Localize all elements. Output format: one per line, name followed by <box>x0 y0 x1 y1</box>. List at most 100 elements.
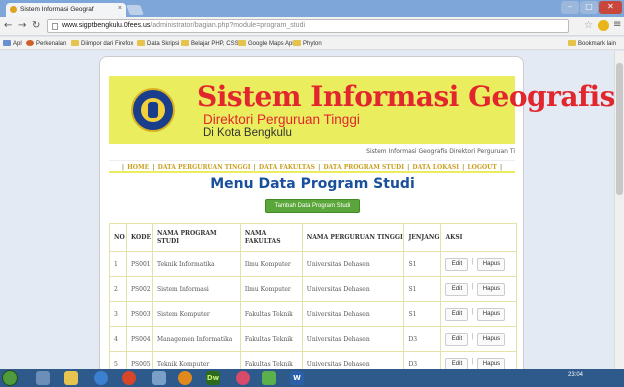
url-path: /administrator/bagian.php?module=program… <box>150 22 306 29</box>
col-nama-perguruan-tinggi: NAMA PERGURUAN TINGGI <box>301 223 405 252</box>
folder-icon <box>293 40 301 46</box>
table-row: 3 PS003 Sistem Komputer Fakultas Teknik … <box>109 301 517 327</box>
other-bookmarks[interactable]: Bookmark lain <box>568 40 616 47</box>
page-icon <box>52 23 58 30</box>
apps-icon <box>3 40 11 46</box>
system-icon[interactable] <box>36 371 50 385</box>
bookmark-apps[interactable]: Apl <box>3 40 22 47</box>
maximize-button[interactable]: □ <box>580 1 598 14</box>
chrome-menu-icon[interactable]: ≡ <box>613 19 621 30</box>
minimize-button[interactable]: – <box>561 1 579 14</box>
bookmark-item[interactable]: Data Skripsi <box>137 40 179 47</box>
windows-start-icon[interactable] <box>2 370 18 386</box>
windows-taskbar: Dw W 23:04 <box>0 369 624 387</box>
cell-aksi: Edit | Hapus <box>440 276 517 302</box>
address-bar[interactable]: www.sigptbengkulu.0fees.us/administrator… <box>47 19 569 33</box>
table-row: 1 PS001 Teknik Informatika Ilmu Komputer… <box>109 251 517 277</box>
add-program-studi-button[interactable]: Tambah Data Program Studi <box>265 199 360 213</box>
new-tab-button[interactable] <box>126 5 144 15</box>
header-banner: Sistem Informasi Geografis Direktori Per… <box>109 76 614 144</box>
back-icon[interactable]: ← <box>4 20 12 32</box>
hapus-button[interactable]: Hapus <box>477 358 506 369</box>
cell-jenjang: S1 <box>403 251 442 277</box>
media-player-icon[interactable] <box>94 371 108 385</box>
edit-button[interactable]: Edit <box>445 283 469 296</box>
window-titlebar: Sistem Informasi Geograf × – □ ✕ <box>0 0 624 17</box>
word-icon[interactable]: W <box>290 371 304 385</box>
cell-kode: PS005 <box>125 351 153 369</box>
close-window-button[interactable]: ✕ <box>599 1 622 14</box>
forward-icon[interactable]: → <box>18 20 26 32</box>
bookmark-item[interactable]: Phyton <box>293 40 322 47</box>
table-row: 4 PS004 Managemen Informatika Fakultas T… <box>109 326 517 352</box>
program-studi-table: NO KODE NAMA PROGRAM STUDI NAMA FAKULTAS… <box>109 223 517 369</box>
scrollbar-thumb[interactable] <box>616 63 623 195</box>
file-explorer-icon[interactable] <box>64 371 78 385</box>
bookmark-item[interactable]: Google Maps Api <box>238 40 294 47</box>
edit-button[interactable]: Edit <box>445 358 469 369</box>
app-icon[interactable] <box>178 371 192 385</box>
tab-close-icon[interactable]: × <box>118 5 122 12</box>
hapus-button[interactable]: Hapus <box>477 333 506 346</box>
table-row: 5 PS005 Teknik Komputer Fakultas Teknik … <box>109 351 517 369</box>
cell-fakultas: Ilmu Komputer <box>239 251 303 277</box>
menu-home[interactable]: HOME <box>127 164 149 171</box>
action-separator: | <box>471 283 474 290</box>
reload-icon[interactable]: ↻ <box>32 20 40 32</box>
main-menu: | HOME | DATA PERGURUAN TINGGI | DATA FA… <box>109 160 515 173</box>
menu-data-perguruan-tinggi[interactable]: DATA PERGURUAN TINGGI <box>158 164 251 171</box>
cell-program-studi: Teknik Informatika <box>151 251 241 277</box>
cell-program-studi: Managemen Informatika <box>151 326 241 352</box>
folder-icon <box>71 40 79 46</box>
app-icon[interactable] <box>152 371 166 385</box>
action-separator: | <box>471 333 474 340</box>
cell-perguruan-tinggi: Universitas Dehasen <box>301 276 405 302</box>
page-scrollbar[interactable] <box>614 51 624 369</box>
folder-icon <box>568 40 576 46</box>
cell-no: 1 <box>109 251 127 277</box>
hapus-button[interactable]: Hapus <box>477 308 506 321</box>
bookmark-item[interactable]: Perkenalan <box>26 40 66 47</box>
browser-tab[interactable]: Sistem Informasi Geograf × <box>6 3 126 17</box>
cell-jenjang: S1 <box>403 301 442 327</box>
cell-kode: PS004 <box>125 326 153 352</box>
bookmark-item[interactable]: Diimpor dari Firefox <box>71 40 133 47</box>
edit-button[interactable]: Edit <box>445 333 469 346</box>
system-clock[interactable]: 23:04 <box>568 372 583 378</box>
cell-perguruan-tinggi: Universitas Dehasen <box>301 301 405 327</box>
hapus-button[interactable]: Hapus <box>477 283 506 296</box>
cell-program-studi: Sistem Komputer <box>151 301 241 327</box>
app-icon[interactable] <box>236 371 250 385</box>
col-jenjang: JENJANG <box>403 223 442 252</box>
cell-no: 2 <box>109 276 127 302</box>
menu-data-fakultas[interactable]: DATA FAKULTAS <box>259 164 315 171</box>
col-no: NO <box>109 223 127 252</box>
favicon-icon <box>10 6 17 13</box>
cell-no: 3 <box>109 301 127 327</box>
col-nama-program-studi: NAMA PROGRAM STUDI <box>151 223 241 252</box>
col-nama-fakultas: NAMA FAKULTAS <box>239 223 303 252</box>
firefox-icon <box>26 40 34 46</box>
cell-fakultas: Fakultas Teknik <box>239 301 303 327</box>
extension-icon[interactable] <box>598 20 609 31</box>
app-icon[interactable] <box>262 371 276 385</box>
dreamweaver-icon[interactable]: Dw <box>206 371 220 385</box>
cell-perguruan-tinggi: Universitas Dehasen <box>301 251 405 277</box>
site-subtitle: Direktori Perguruan Tinggi <box>203 112 360 127</box>
cell-perguruan-tinggi: Universitas Dehasen <box>301 351 405 369</box>
bookmark-item[interactable]: Belajar PHP, CSS <box>181 40 239 47</box>
cell-program-studi: Teknik Komputer <box>151 351 241 369</box>
bookmark-star-icon[interactable]: ☆ <box>584 20 593 31</box>
cell-aksi: Edit | Hapus <box>440 301 517 327</box>
table-row: 2 PS002 Sistem Informasi Ilmu Komputer U… <box>109 276 517 302</box>
menu-data-lokasi[interactable]: DATA LOKASI <box>412 164 459 171</box>
folder-icon <box>181 40 189 46</box>
hapus-button[interactable]: Hapus <box>477 258 506 271</box>
edit-button[interactable]: Edit <box>445 308 469 321</box>
cell-aksi: Edit | Hapus <box>440 326 517 352</box>
menu-data-program-studi[interactable]: DATA PROGRAM STUDI <box>323 164 404 171</box>
edit-button[interactable]: Edit <box>445 258 469 271</box>
cell-no: 4 <box>109 326 127 352</box>
chrome-icon[interactable] <box>122 371 136 385</box>
menu-logout[interactable]: LOGOUT <box>467 164 497 171</box>
